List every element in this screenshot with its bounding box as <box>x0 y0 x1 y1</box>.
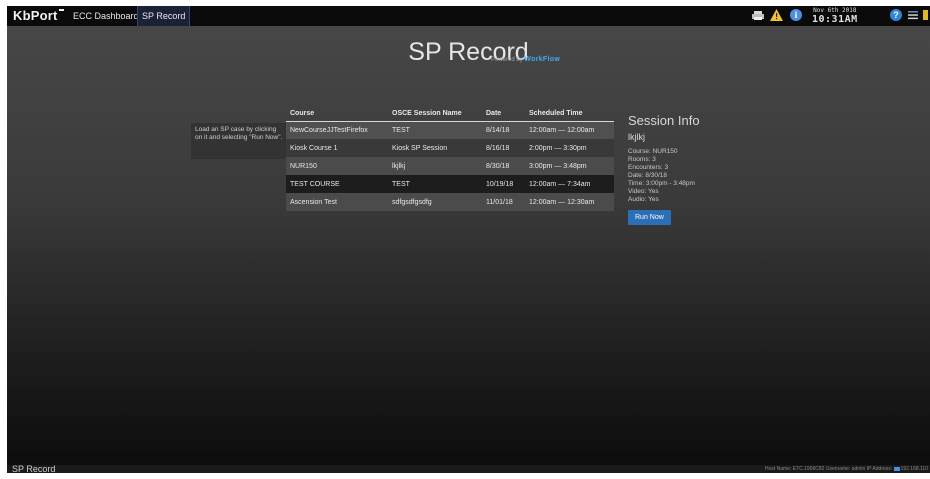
session-course: Course: NUR150 <box>628 148 678 155</box>
cell-session-name: TEST <box>388 121 482 139</box>
cell-session-name: Kiosk SP Session <box>388 139 482 157</box>
header-scheduled-time[interactable]: Scheduled Time <box>525 106 614 122</box>
session-info-panel: Session Info lkjlkj Course: NUR150 Rooms… <box>628 113 738 225</box>
cell-session-name: TEST <box>388 175 482 193</box>
printer-icon[interactable] <box>752 11 764 20</box>
course-table: Course OSCE Session Name Date Scheduled … <box>286 106 614 211</box>
cell-course: NewCourseJJTestFirefox <box>286 121 388 139</box>
cell-session-name: sdfgsdfgsdfg <box>388 193 482 211</box>
ip-label: IP Address: <box>866 466 893 472</box>
cell-course: NUR150 <box>286 157 388 175</box>
powered-by-label: Powered by <box>491 57 523 63</box>
session-date: Date: 8/30/18 <box>628 172 668 179</box>
cell-date: 10/19/18 <box>482 175 525 193</box>
table-row[interactable]: Kiosk Course 1 Kiosk SP Session 8/16/18 … <box>286 139 614 157</box>
header-date[interactable]: Date <box>482 106 525 122</box>
session-rooms: Rooms: 3 <box>628 156 656 163</box>
header-course[interactable]: Course <box>286 106 388 122</box>
cell-course: Ascension Test <box>286 193 388 211</box>
cell-session-name: lkjlkj <box>388 157 482 175</box>
session-encounters: Encounters: 3 <box>628 164 669 171</box>
logo-mark <box>58 9 64 11</box>
username: Username: admin <box>825 466 866 472</box>
cell-date: 8/16/18 <box>482 139 525 157</box>
overflow-icon[interactable] <box>923 10 928 20</box>
host-name: Host Name: ETC.1956C82 <box>764 466 825 472</box>
table-header-row: Course OSCE Session Name Date Scheduled … <box>286 106 614 122</box>
cell-date: 8/14/18 <box>482 121 525 139</box>
workflow-logo: WorkFlow <box>524 56 561 63</box>
status-page-title: SP Record <box>12 464 56 473</box>
cell-course: Kiosk Course 1 <box>286 139 388 157</box>
ip-address: 192.168.110 <box>900 466 928 472</box>
help-tooltip: Load an SP case by clicking on it and se… <box>191 123 288 159</box>
table-row[interactable]: NUR150 lkjlkj 8/30/18 3:00pm — 3:48pm <box>286 157 614 175</box>
tab-ecc-dashboard[interactable]: ECC Dashboard <box>73 6 139 26</box>
clock-time: 10:31AM <box>812 14 858 25</box>
session-name: lkjlkj <box>628 132 645 142</box>
warning-icon[interactable] <box>770 9 783 21</box>
info-icon[interactable]: i <box>790 9 802 21</box>
cell-date: 11/01/18 <box>482 193 525 211</box>
session-time: Time: 3:00pm - 3:48pm <box>628 180 695 187</box>
table-row[interactable]: NewCourseJJTestFirefox TEST 8/14/18 12:0… <box>286 121 614 139</box>
powered-by: Powered by WorkFlow <box>491 56 560 63</box>
session-info-heading: Session Info <box>628 113 700 128</box>
status-bar: SP Record Host Name: ETC.1956C82 Usernam… <box>7 464 930 473</box>
cell-time: 3:00pm — 3:48pm <box>525 157 614 175</box>
cell-date: 8/30/18 <box>482 157 525 175</box>
cell-time: 2:00pm — 3:30pm <box>525 139 614 157</box>
settings-icon[interactable] <box>908 10 918 20</box>
network-icon <box>893 466 900 471</box>
header-session-name[interactable]: OSCE Session Name <box>388 106 482 122</box>
app-window: KbPort ECC Dashboard SP Record i Nov 6th… <box>7 6 930 473</box>
table-row[interactable]: Ascension Test sdfgsdfgsdfg 11/01/18 12:… <box>286 193 614 211</box>
top-bar: KbPort ECC Dashboard SP Record i Nov 6th… <box>7 6 930 26</box>
main-content: SP Record Powered by WorkFlow Load an SP… <box>7 26 930 465</box>
session-audio: Audio: Yes <box>628 196 659 203</box>
kbport-logo[interactable]: KbPort <box>13 8 64 23</box>
logo-text: KbPort <box>13 8 58 23</box>
cell-course: TEST COURSE <box>286 175 388 193</box>
table-row[interactable]: TEST COURSE TEST 10/19/18 12:00am — 7:34… <box>286 175 614 193</box>
cell-time: 12:00am — 12:30am <box>525 193 614 211</box>
run-now-button[interactable]: Run Now <box>628 210 671 225</box>
session-video: Video: Yes <box>628 188 659 195</box>
clock: Nov 6th 2018 10:31AM <box>812 7 858 25</box>
top-icons: i Nov 6th 2018 10:31AM ? <box>750 6 930 26</box>
status-details: Host Name: ETC.1956C82 Username: admin I… <box>765 466 928 472</box>
tab-sp-record[interactable]: SP Record <box>137 6 191 26</box>
help-icon[interactable]: ? <box>890 9 902 21</box>
cell-time: 12:00am — 12:00am <box>525 121 614 139</box>
cell-time: 12:00am — 7:34am <box>525 175 614 193</box>
page-title: SP Record <box>408 38 529 66</box>
